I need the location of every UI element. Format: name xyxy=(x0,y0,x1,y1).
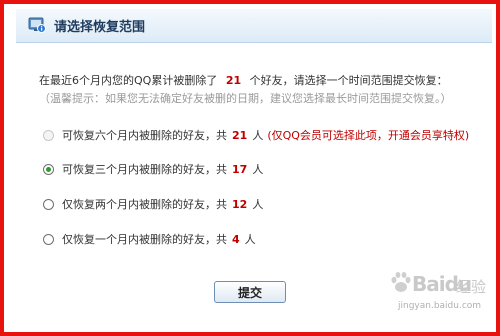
option-unit: 人 xyxy=(252,129,264,142)
option-two-months[interactable]: 仅恢复两个月内被删除的好友，共 12 人 xyxy=(43,196,263,212)
option-label: 仅恢复一个月内被删除的好友，共 xyxy=(62,233,227,246)
submit-button[interactable]: 提交 xyxy=(214,281,286,303)
intro-prefix: 在最近6个月内您的QQ累计被删除了 xyxy=(39,74,218,87)
option-unit: 人 xyxy=(252,198,264,211)
watermark-jingyan: 经验 xyxy=(456,278,487,296)
vip-note: (仅QQ会员可选择此项，开通会员享特权) xyxy=(267,129,470,142)
intro-text: 在最近6个月内您的QQ累计被删除了 21 个好友，请选择一个时间范围提交恢复： xyxy=(39,72,448,88)
radio-three-months[interactable] xyxy=(43,163,54,175)
radio-two-months[interactable] xyxy=(43,198,54,210)
option-count: 21 xyxy=(232,128,248,142)
option-three-months[interactable]: 可恢复三个月内被删除的好友，共 17 人 xyxy=(43,161,263,177)
deleted-count: 21 xyxy=(225,74,242,87)
option-six-months[interactable]: 可恢复六个月内被删除的好友，共 21 人 (仅QQ会员可选择此项，开通会员享特权… xyxy=(43,127,469,143)
watermark-url: jingyan.baidu.com xyxy=(398,301,482,311)
info-monitor-icon xyxy=(28,16,46,34)
option-label: 可恢复三个月内被删除的好友，共 xyxy=(62,163,227,176)
hint-text: （温馨提示：如果您无法确定好友被删的日期，建议您选择最长时间范围提交恢复。） xyxy=(39,92,452,105)
option-one-month[interactable]: 仅恢复一个月内被删除的好友，共 4 人 xyxy=(43,231,256,247)
paw-logo-icon xyxy=(390,271,412,299)
option-unit: 人 xyxy=(252,163,264,176)
baidu-jingyan-watermark: Baidu 经验 jingyan.baidu.com xyxy=(390,268,490,318)
option-label: 仅恢复两个月内被删除的好友，共 xyxy=(62,198,227,211)
radio-one-month[interactable] xyxy=(43,233,54,245)
option-label: 可恢复六个月内被删除的好友，共 xyxy=(62,129,227,142)
option-unit: 人 xyxy=(244,233,256,246)
radio-six-months[interactable] xyxy=(43,129,54,141)
dialog-titlebar: 请选择恢复范围 xyxy=(16,9,492,43)
intro-suffix: 个好友，请选择一个时间范围提交恢复： xyxy=(249,74,448,87)
option-count: 12 xyxy=(232,197,248,211)
option-count: 4 xyxy=(232,232,240,246)
option-count: 17 xyxy=(232,162,248,176)
dialog-title: 请选择恢复范围 xyxy=(54,20,146,35)
